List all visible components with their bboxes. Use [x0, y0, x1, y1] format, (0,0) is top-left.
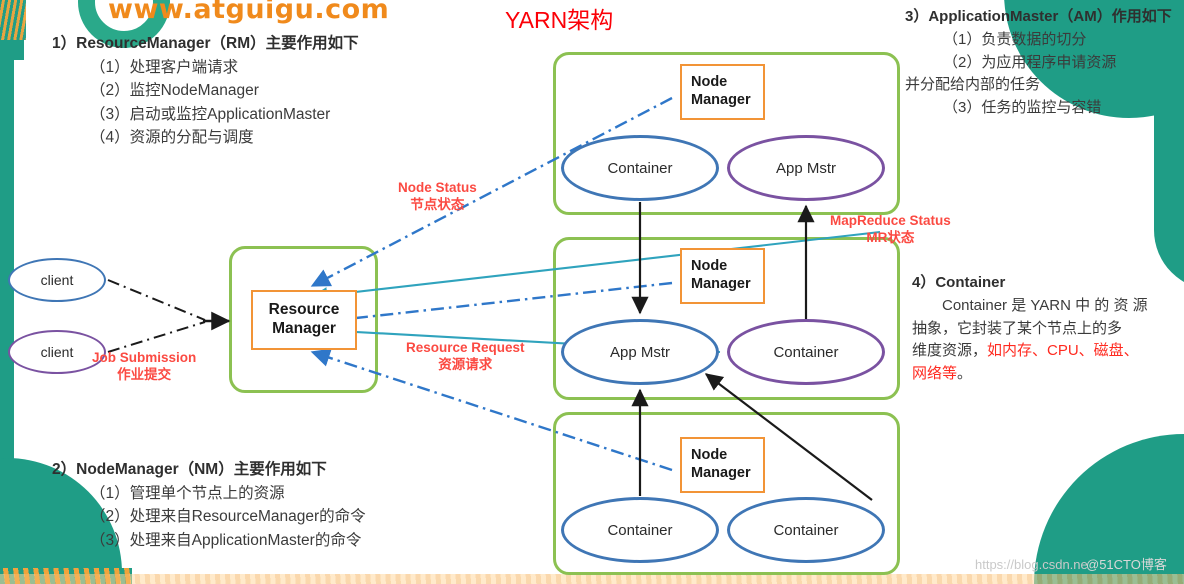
annotation-job-submission-en: Job Submission	[92, 350, 197, 365]
annotation-mapreduce-status-cn: MR状态	[866, 229, 915, 245]
container-node-bottom-left[interactable]: Container	[561, 497, 719, 563]
annotation-job-submission-cn: 作业提交	[117, 366, 172, 382]
node-manager-box-top[interactable]: Node Manager	[680, 64, 765, 120]
annotation-mapreduce-status: MapReduce Status MR状态	[830, 213, 951, 247]
annotation-resource-request: Resource Request 资源请求	[406, 340, 525, 374]
container-node-bottom-right-label: Container	[773, 521, 839, 539]
annotation-resource-request-cn: 资源请求	[438, 356, 493, 372]
app-master-node-middle-left[interactable]: App Mstr	[561, 319, 719, 385]
client-node-2-label: client	[40, 344, 74, 360]
annotation-job-submission: Job Submission 作业提交	[92, 350, 196, 384]
container-node-bottom-left-label: Container	[607, 521, 673, 539]
nm-bottom-line2: Manager	[691, 465, 751, 481]
connector-layer	[107, 96, 881, 501]
annotation-resource-request-en: Resource Request	[406, 340, 525, 355]
rm-box-line1: Resource	[268, 301, 340, 319]
resource-manager-box[interactable]: Resource Manager	[251, 290, 357, 350]
nm-bottom-line1: Node	[691, 447, 728, 464]
container-node-top-left[interactable]: Container	[561, 135, 719, 201]
annotation-node-status: Node Status 节点状态	[398, 180, 477, 214]
container-node-middle-right-label: Container	[773, 343, 839, 361]
nm-top-line2: Manager	[691, 92, 751, 108]
nm-top-line1: Node	[691, 74, 728, 91]
client-node-1-label: client	[40, 272, 74, 288]
slide-canvas: www.atguigu.com YARN架构 1）ResourceManager…	[0, 0, 1184, 584]
node-manager-box-middle[interactable]: Node Manager	[680, 248, 765, 304]
container-node-middle-right[interactable]: Container	[727, 319, 885, 385]
nm-middle-line2: Manager	[691, 276, 751, 292]
node-manager-box-bottom[interactable]: Node Manager	[680, 437, 765, 493]
annotation-mapreduce-status-en: MapReduce Status	[830, 213, 951, 228]
annotation-node-status-cn: 节点状态	[410, 196, 465, 212]
watermark-csdn: https://blog.csdn.ne	[975, 557, 1088, 572]
app-master-node-middle-left-label: App Mstr	[609, 343, 670, 361]
rm-box-line2: Manager	[272, 320, 336, 337]
watermark-51cto: @51CTO博客	[1086, 557, 1167, 572]
nm-middle-line1: Node	[691, 258, 728, 275]
client-node-1[interactable]: client	[8, 258, 106, 302]
wire-client-to-rm	[107, 279, 231, 353]
app-master-node-top-right[interactable]: App Mstr	[727, 135, 885, 201]
annotation-node-status-en: Node Status	[398, 180, 477, 195]
app-master-node-top-right-label: App Mstr	[775, 159, 836, 177]
container-node-bottom-right[interactable]: Container	[727, 497, 885, 563]
container-node-top-left-label: Container	[607, 159, 673, 177]
